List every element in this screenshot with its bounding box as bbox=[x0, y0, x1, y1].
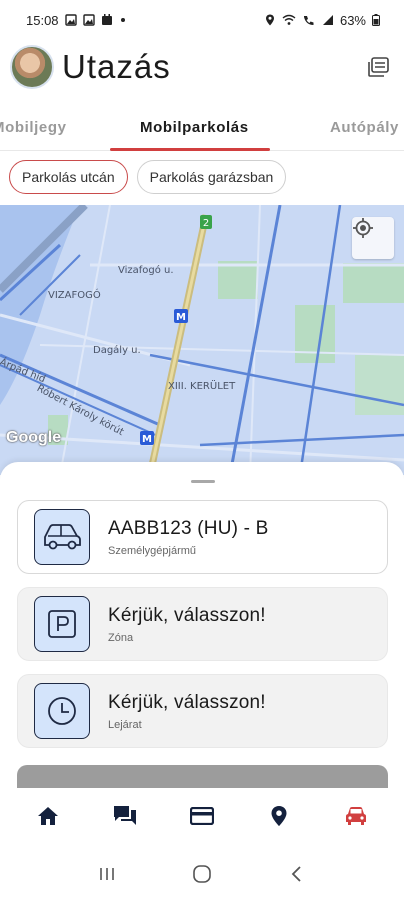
car-icon bbox=[345, 807, 366, 825]
drag-handle[interactable] bbox=[191, 480, 215, 483]
vehicle-type: Személygépjármű bbox=[108, 544, 197, 557]
recent-apps-button[interactable] bbox=[87, 854, 127, 894]
car-icon bbox=[34, 509, 90, 565]
nav-parking[interactable] bbox=[334, 794, 378, 838]
tab-mobilparkolas[interactable]: Mobilparkolás bbox=[140, 103, 249, 151]
battery-percent: 63% bbox=[339, 12, 366, 28]
parking-icon bbox=[34, 596, 90, 652]
home-circle-icon bbox=[193, 865, 211, 883]
avatar[interactable] bbox=[10, 45, 54, 89]
location-icon bbox=[271, 806, 287, 826]
clock-icon bbox=[34, 683, 90, 739]
notification-dot-icon bbox=[120, 18, 125, 22]
svg-text:M: M bbox=[142, 434, 152, 445]
app-header: Utazás bbox=[0, 40, 404, 94]
status-bar: 15:08 63% bbox=[0, 0, 404, 40]
chip-street-parking[interactable]: Parkolás utcán bbox=[9, 160, 128, 194]
crosshair-icon bbox=[353, 218, 373, 238]
zone-card[interactable]: Kérjük, válasszon! Zóna bbox=[17, 587, 388, 661]
route-badge-text: 2 bbox=[203, 218, 209, 229]
recents-icon bbox=[100, 868, 115, 880]
map-label-xiii-kerulet: XIII. KERÜLET bbox=[168, 381, 236, 392]
map-label-dagaly-utca: Dagály u. bbox=[93, 345, 141, 356]
nav-payments[interactable] bbox=[180, 794, 224, 838]
expiry-value: Kérjük, válasszon! bbox=[108, 691, 266, 713]
zone-value: Kérjük, válasszon! bbox=[108, 604, 266, 626]
status-time: 15:08 bbox=[26, 12, 59, 28]
location-status-icon bbox=[265, 14, 274, 26]
signal-icon bbox=[322, 15, 333, 25]
nav-messages[interactable] bbox=[103, 794, 147, 838]
zone-label: Zóna bbox=[108, 631, 134, 644]
expiry-label: Lejárat bbox=[108, 718, 142, 731]
my-location-button[interactable] bbox=[352, 217, 394, 259]
page-title: Utazás bbox=[62, 48, 171, 85]
vehicle-plate: AABB123 (HU) - B bbox=[108, 517, 269, 539]
chip-garage-parking[interactable]: Parkolás garázsban bbox=[136, 160, 287, 194]
gallery-icon bbox=[82, 14, 95, 26]
google-logo: Google bbox=[6, 429, 62, 446]
vehicle-card[interactable]: AABB123 (HU) - B Személygépjármű bbox=[17, 500, 388, 574]
back-button[interactable] bbox=[277, 854, 317, 894]
svg-text:M: M bbox=[176, 312, 186, 323]
map-label-vizafogo-utca: Vizafogó u. bbox=[118, 265, 174, 276]
parking-type-chips: Parkolás utcán Parkolás garázsban bbox=[9, 160, 287, 194]
wifi-calling-icon bbox=[282, 14, 296, 25]
history-button[interactable] bbox=[364, 52, 394, 82]
back-chevron-icon bbox=[291, 866, 301, 882]
map-view[interactable]: 2 M M VIZAFOGÓ Vizafogó u. Dagály u. XII… bbox=[0, 205, 404, 475]
bottom-nav bbox=[0, 788, 404, 844]
list-icon bbox=[368, 57, 389, 77]
expiry-card[interactable]: Kérjük, válasszon! Lejárat bbox=[17, 674, 388, 748]
system-nav bbox=[0, 848, 404, 900]
nav-location[interactable] bbox=[257, 794, 301, 838]
home-system-button[interactable] bbox=[182, 854, 222, 894]
tab-indicator bbox=[110, 148, 270, 151]
calendar-icon bbox=[101, 14, 112, 25]
battery-icon bbox=[372, 14, 380, 26]
tab-autopalya[interactable]: Autópály bbox=[330, 103, 399, 151]
tab-bar: Mobiljegy Mobilparkolás Autópály bbox=[0, 103, 404, 151]
tab-mobiljegy[interactable]: Mobiljegy bbox=[0, 103, 67, 151]
nav-home[interactable] bbox=[26, 794, 70, 838]
card-icon bbox=[189, 807, 214, 825]
gallery-icon bbox=[64, 14, 77, 26]
chat-icon bbox=[114, 806, 137, 825]
map-label-vizafogo: VIZAFOGÓ bbox=[48, 290, 101, 301]
home-icon bbox=[38, 807, 59, 825]
volte-icon bbox=[303, 16, 314, 25]
parking-sheet: AABB123 (HU) - B Személygépjármű Kérjük,… bbox=[0, 462, 404, 795]
